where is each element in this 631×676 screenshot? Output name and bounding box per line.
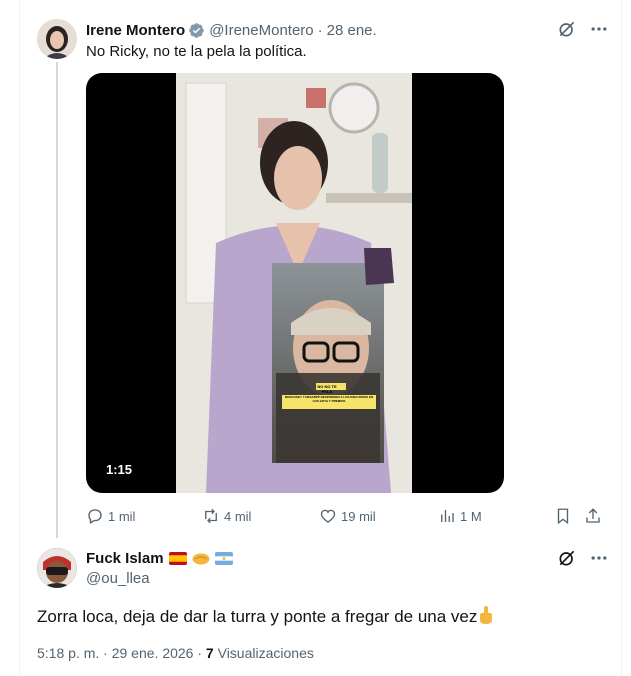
repost-icon — [205, 508, 217, 524]
like-count: 19 mil — [341, 508, 376, 524]
timeline-border-left — [19, 0, 20, 676]
timeline-border-right — [621, 0, 622, 676]
share-button[interactable] — [584, 506, 606, 526]
video-player[interactable]: NO NO TE PELA ROSCOSEY Y DESANPP RESPOND… — [86, 73, 504, 493]
share-icon — [586, 508, 600, 523]
video-overlay-subcaption: ROSCOSEY Y DESANPP RESPONDEN A LOS DISCU… — [284, 395, 374, 403]
video-frame — [176, 73, 412, 493]
reply-text-body: Zorra loca, deja de dar la turra y ponte… — [37, 607, 478, 626]
reply-header: Fuck Islam — [86, 548, 233, 568]
like-button[interactable]: 19 mil — [319, 506, 376, 526]
video-duration: 1:15 — [106, 462, 133, 477]
bookmark-icon — [557, 508, 569, 525]
argentina-flag-icon — [214, 551, 233, 565]
video-overlay-caption: NO NO TE PELA — [317, 384, 337, 394]
views-icon — [441, 510, 454, 522]
tweet-header: Irene Montero @IreneMontero · 28 ene. — [86, 20, 377, 40]
bookmark-button[interactable] — [554, 506, 576, 526]
repost-button[interactable]: 4 mil — [202, 506, 251, 526]
repost-count: 4 mil — [224, 508, 252, 524]
thread-line — [56, 62, 58, 538]
handle[interactable]: @IreneMontero — [209, 22, 313, 39]
like-icon — [320, 509, 336, 523]
reply-time[interactable]: 5:18 p. m. — [37, 645, 99, 661]
reply-count: 1 mil — [108, 508, 136, 524]
reply-views-label: Visualizaciones — [217, 645, 314, 661]
reply-text: Zorra loca, deja de dar la turra y ponte… — [37, 605, 494, 629]
reply-top-actions — [557, 548, 609, 568]
more-icon[interactable] — [589, 19, 609, 39]
more-icon[interactable] — [589, 548, 609, 568]
reply-avatar[interactable] — [37, 548, 77, 588]
reply-button[interactable]: 1 mil — [86, 506, 135, 526]
reply-views-count: 7 — [205, 645, 214, 661]
reply-handle[interactable]: @ou_llea — [86, 570, 150, 587]
spain-flag-icon — [168, 551, 187, 565]
separator: · — [103, 645, 108, 661]
separator: · — [317, 21, 323, 39]
avatar[interactable] — [37, 19, 77, 59]
reply-metadata: 5:18 p. m. · 29 ene. 2026 · 7 Visualizac… — [37, 645, 314, 661]
reply-icon — [88, 509, 102, 524]
timestamp[interactable]: 28 ene. — [327, 22, 377, 39]
reply-date[interactable]: 29 ene. 2026 — [112, 645, 194, 661]
grok-icon[interactable] — [557, 548, 577, 568]
handshake-icon — [192, 552, 210, 565]
verified-badge-icon — [188, 22, 205, 39]
views-button[interactable]: 1 M — [438, 506, 482, 526]
tweet-top-actions — [557, 19, 609, 39]
reply-display-name[interactable]: Fuck Islam — [86, 550, 164, 567]
views-count: 1 M — [460, 508, 482, 524]
grok-icon[interactable] — [557, 19, 577, 39]
display-name[interactable]: Irene Montero — [86, 22, 185, 39]
separator: · — [197, 645, 203, 661]
tweet-text: No Ricky, no te la pela la política. — [86, 43, 307, 60]
middle-finger-icon — [478, 605, 494, 625]
